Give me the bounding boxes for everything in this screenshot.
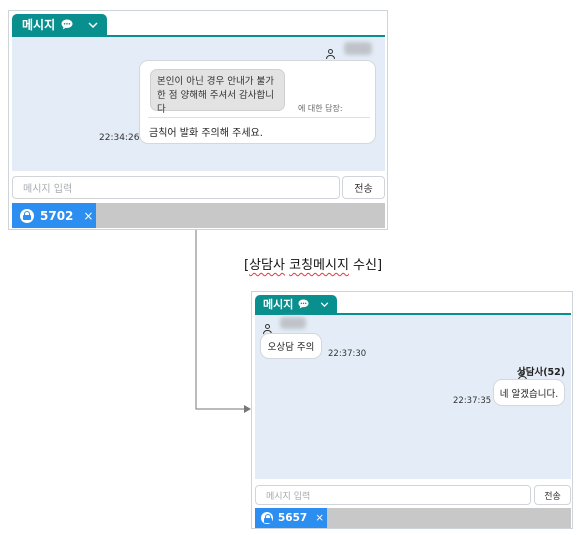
caption-word2: 코칭메시지 [289,258,349,273]
session-chip[interactable]: 5657 × [255,508,327,528]
tab-label: 메시지 [263,298,294,311]
incoming-message-bubble: 오상담 주의 [260,333,322,359]
outgoing-timestamp: 22:37:35 [453,396,492,406]
send-button[interactable]: 전송 [534,485,571,505]
outgoing-message-bubble: 네 알겠습니다. [493,379,565,406]
blurred-username [280,317,306,329]
incoming-timestamp: 22:37:30 [328,349,367,359]
speech-bubble-icon [298,299,309,309]
chat-panel-bottom: 메시지 오상담 주의 22:37:30 상담사(52) 네 알겠습니다. 22:… [251,291,573,529]
lock-icon [261,512,273,524]
message-tab[interactable]: 메시지 [255,295,337,313]
chat-area: 오상담 주의 22:37:30 상담사(52) 네 알겠습니다. 22:37:3… [255,315,571,479]
agent-name: 상담사(52) [517,367,566,378]
close-icon[interactable]: × [315,512,324,524]
chevron-down-icon[interactable] [320,301,329,307]
caption-word1: 상담사 [249,258,285,273]
session-number: 5657 [278,512,308,524]
message-input[interactable]: 메시지 입력 [255,485,531,505]
caption: [상담사 코칭메시지 수신] [244,258,383,273]
